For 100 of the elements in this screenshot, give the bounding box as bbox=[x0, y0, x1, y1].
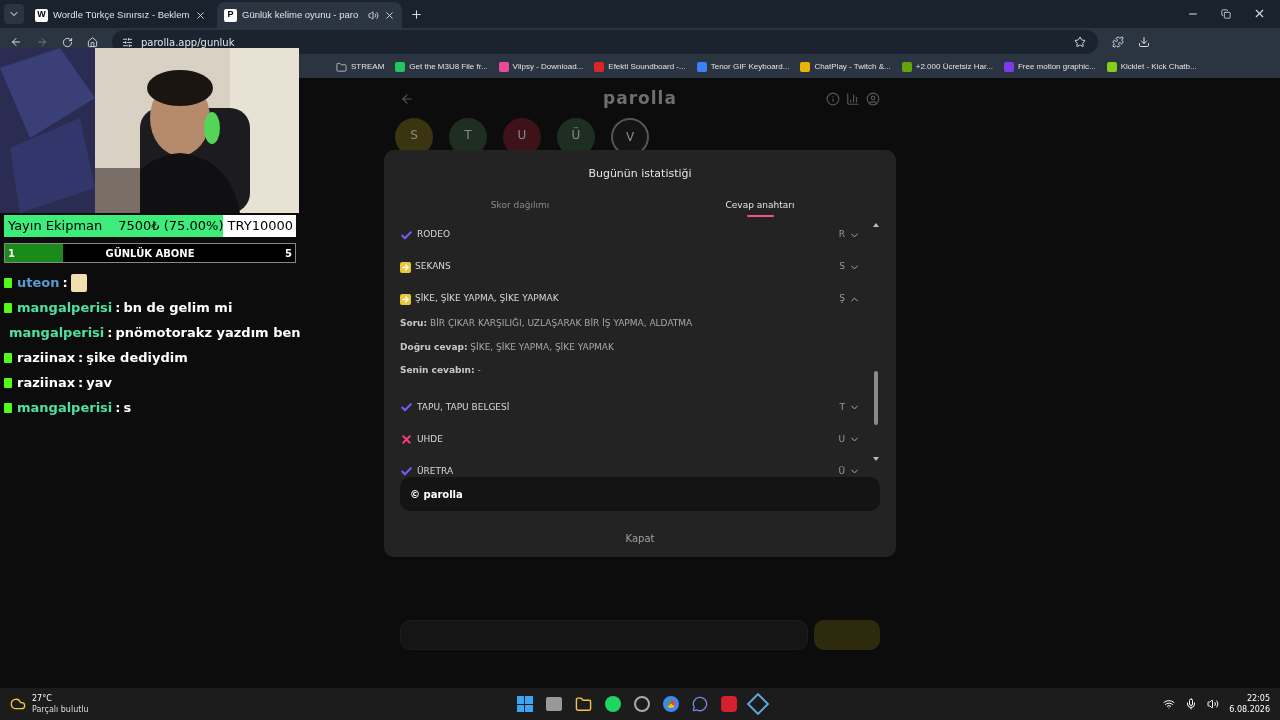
answer-row[interactable]: RODEO R bbox=[400, 219, 868, 251]
restore-icon[interactable] bbox=[1221, 8, 1231, 19]
chat-username: uteon bbox=[17, 273, 60, 292]
answer-detail: Soru: BİR ÇIKAR KARŞILIĞI, UZLAŞARAK BİR İŞ YAPMA, ALDATMA bbox=[400, 317, 694, 330]
answer-row[interactable]: UHDE U bbox=[400, 423, 868, 456]
app-icon[interactable] bbox=[633, 696, 650, 712]
close-icon[interactable] bbox=[195, 9, 206, 21]
chat-username: mangalperisi bbox=[17, 298, 113, 317]
favicon-icon: W bbox=[35, 8, 48, 22]
chat-app-icon[interactable] bbox=[691, 696, 708, 712]
platform-badge-icon bbox=[4, 352, 12, 363]
chat-message: bn de gelim mi bbox=[123, 298, 233, 317]
chat-separator: : bbox=[78, 373, 84, 392]
close-icon[interactable] bbox=[1253, 7, 1266, 20]
profile-icon[interactable] bbox=[866, 91, 880, 106]
app-icon[interactable] bbox=[746, 692, 769, 716]
bookmark-item[interactable]: +2.000 Ücretsiz Har... bbox=[901, 61, 993, 73]
bookmark-item[interactable]: Free motion graphic... bbox=[1003, 61, 1096, 73]
clock-date: 6.08.2026 bbox=[1229, 704, 1270, 715]
platform-badge-icon bbox=[4, 377, 12, 388]
music-app-icon[interactable] bbox=[604, 696, 621, 712]
chat-username: mangalperisi bbox=[17, 398, 113, 417]
close-button[interactable]: Kapat bbox=[617, 529, 663, 548]
bookmark-item[interactable]: Vlipsy - Download... bbox=[498, 61, 584, 73]
chat-message: pnömotorakz yazdım ben bbox=[115, 323, 301, 342]
goal-target: TRY10000 bbox=[227, 217, 293, 236]
back-icon[interactable] bbox=[400, 91, 414, 106]
bookmark-item[interactable]: STREAM bbox=[336, 61, 385, 73]
temperature-text: 27°C bbox=[32, 693, 53, 704]
site-settings-icon[interactable] bbox=[122, 36, 133, 48]
subscriber-label: GÜNLÜK ABONE bbox=[105, 246, 195, 261]
answer-row[interactable]: ÜRETRA Ü bbox=[400, 455, 868, 488]
weather-text: Parçalı bulutlu bbox=[32, 704, 89, 715]
tab-title: Wordle Türkçe Sınırsız - Beklem bbox=[53, 7, 190, 22]
bookmark-item[interactable]: Get the M3U8 File fr... bbox=[395, 61, 488, 73]
dialog-title: Bugünün istatistiği bbox=[587, 166, 693, 182]
bookmark-item[interactable]: Efekti Soundboard -... bbox=[594, 61, 686, 73]
download-icon[interactable] bbox=[1138, 36, 1150, 48]
chat-username: raziinax bbox=[17, 373, 76, 392]
answer-detail: Doğru cevap: ŞİKE, ŞİKE YAPMA, ŞİKE YAPMAK bbox=[400, 340, 615, 354]
tab-title: Günlük kelime oyunu - paro bbox=[242, 7, 360, 22]
address-bar[interactable]: parolla.app/gunluk bbox=[112, 30, 1098, 54]
browser-icon[interactable] bbox=[662, 696, 679, 712]
chat-username: mangalperisi bbox=[9, 323, 105, 342]
bookmark-item[interactable]: Tenor GIF Keyboard... bbox=[696, 61, 790, 73]
subscriber-start: 1 bbox=[8, 246, 15, 261]
new-tab-icon[interactable] bbox=[410, 8, 423, 21]
chat-separator: : bbox=[115, 398, 121, 417]
tab-search-button[interactable] bbox=[4, 4, 24, 24]
folder-icon bbox=[336, 61, 347, 73]
pass-icon bbox=[400, 261, 411, 273]
weather-icon bbox=[10, 696, 26, 712]
chat-separator: : bbox=[62, 273, 68, 292]
reload-icon[interactable] bbox=[62, 36, 73, 48]
clock-time: 22:05 bbox=[1246, 693, 1270, 704]
volume-icon[interactable] bbox=[1207, 698, 1220, 710]
favicon-icon: P bbox=[224, 8, 237, 22]
network-icon[interactable] bbox=[1163, 698, 1176, 710]
check-icon bbox=[400, 465, 413, 478]
start-icon[interactable] bbox=[516, 696, 533, 712]
extensions-icon[interactable] bbox=[1112, 36, 1124, 48]
chat-separator: : bbox=[115, 298, 121, 317]
check-icon bbox=[400, 228, 413, 242]
task-view-icon[interactable] bbox=[545, 697, 562, 711]
copyright-text: © parolla bbox=[410, 487, 463, 502]
app-logo: parolla bbox=[602, 87, 677, 110]
chat-message: s bbox=[123, 398, 132, 417]
browser-tab[interactable]: P Günlük kelime oyunu - paro bbox=[217, 2, 402, 28]
folder-icon[interactable] bbox=[574, 695, 592, 713]
chat-separator: : bbox=[107, 323, 113, 342]
home-icon[interactable] bbox=[87, 36, 98, 48]
close-icon[interactable] bbox=[384, 9, 395, 21]
bookmark-item[interactable]: Kicklet - Kick Chatb... bbox=[1106, 61, 1197, 73]
chat-username: raziinax bbox=[17, 348, 76, 367]
browser-tab[interactable]: W Wordle Türkçe Sınırsız - Beklem bbox=[28, 2, 213, 28]
dialog-tab[interactable]: Cevap anahtarı bbox=[640, 198, 880, 217]
address-text: parolla.app/gunluk bbox=[141, 35, 235, 50]
goal-amount: 7500₺ (75.00%) bbox=[118, 217, 224, 236]
bookmark-star-icon[interactable] bbox=[1074, 36, 1086, 48]
subscriber-end: 5 bbox=[285, 246, 292, 261]
answer-detail: Senin cevabın: - bbox=[400, 364, 482, 377]
answer-row[interactable]: SEKANS S bbox=[400, 251, 868, 283]
pass-icon bbox=[400, 293, 411, 305]
platform-badge-icon bbox=[4, 402, 12, 413]
app-icon[interactable] bbox=[720, 696, 737, 712]
goal-label: Yayın Ekipman bbox=[8, 217, 103, 236]
microphone-icon[interactable] bbox=[1185, 698, 1198, 710]
chart-icon[interactable] bbox=[846, 91, 860, 106]
check-icon bbox=[400, 401, 413, 414]
bookmark-item[interactable]: ChatPlay - Twitch &... bbox=[800, 61, 891, 73]
dialog-tab[interactable]: Skor dağılımı bbox=[400, 198, 640, 217]
cross-icon bbox=[400, 433, 413, 446]
chat-message: yav bbox=[86, 373, 112, 392]
answer-row[interactable]: ŞİKE, ŞİKE YAPMA, ŞİKE YAPMAK Ş bbox=[400, 283, 868, 315]
answer-row[interactable]: TAPU, TAPU BELGESİ T bbox=[400, 391, 868, 424]
info-icon[interactable] bbox=[826, 91, 840, 106]
platform-badge-icon bbox=[4, 277, 12, 288]
back-icon[interactable] bbox=[10, 36, 22, 48]
platform-badge-icon bbox=[4, 302, 12, 313]
chat-message: şike dediydim bbox=[86, 348, 188, 367]
